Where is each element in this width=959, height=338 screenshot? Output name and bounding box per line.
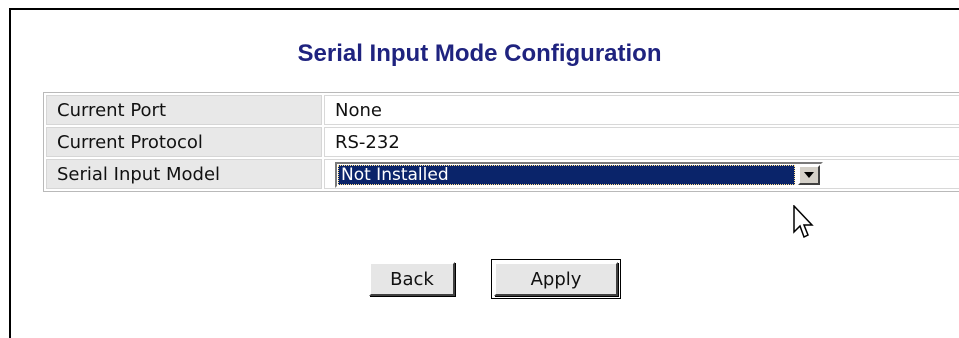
dropdown-arrow-button[interactable] bbox=[798, 164, 820, 185]
current-port-label: Current Port bbox=[46, 95, 322, 125]
table-row: Serial Input Model Not Installed bbox=[46, 159, 959, 189]
mouse-pointer-icon bbox=[793, 205, 814, 239]
current-protocol-label: Current Protocol bbox=[46, 127, 322, 157]
apply-button[interactable]: Apply bbox=[491, 259, 621, 299]
chevron-down-icon bbox=[804, 171, 814, 178]
back-button[interactable]: Back bbox=[369, 262, 455, 296]
current-protocol-value: RS-232 bbox=[324, 127, 959, 157]
serial-input-model-cell: Not Installed bbox=[324, 159, 959, 189]
config-table: Current Port None Current Protocol RS-23… bbox=[43, 92, 959, 192]
serial-input-model-select[interactable]: Not Installed bbox=[335, 161, 823, 188]
current-port-value: None bbox=[324, 95, 959, 125]
page-title: Serial Input Mode Configuration bbox=[297, 40, 662, 67]
table-row: Current Port None bbox=[46, 95, 959, 125]
serial-input-model-label: Serial Input Model bbox=[46, 159, 322, 189]
table-row: Current Protocol RS-232 bbox=[46, 127, 959, 157]
serial-input-model-selected[interactable]: Not Installed bbox=[338, 164, 795, 185]
